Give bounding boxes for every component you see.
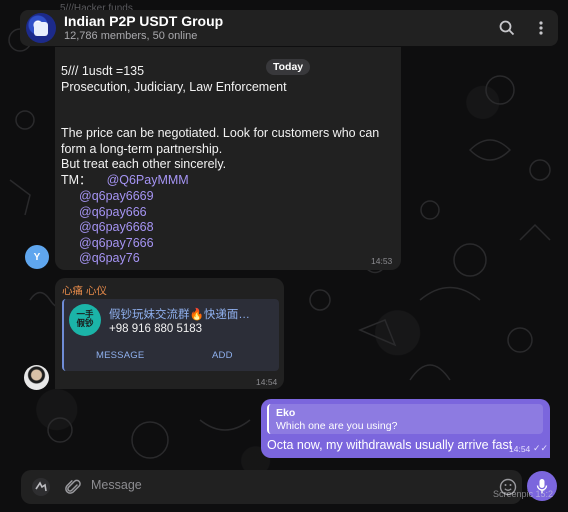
username-link[interactable]: @q6pay7666	[79, 236, 154, 252]
contact-phone: +98 916 880 5183	[109, 323, 203, 335]
contact-name: 假钞玩妹交流群🔥快递面…	[109, 309, 250, 321]
username-link-list: @q6pay6669 @q6pay666 @q6pay6668 @q6pay76…	[79, 189, 154, 267]
message-composer	[21, 470, 522, 504]
header-info[interactable]: Indian P2P USDT Group 12,786 members, 50…	[64, 13, 494, 43]
group-title: Indian P2P USDT Group	[64, 13, 224, 29]
username-link[interactable]: @q6pay666	[79, 205, 154, 221]
outgoing-message-bubble[interactable]: Eko Which one are you using? Octa now, m…	[261, 399, 550, 458]
search-icon[interactable]	[494, 15, 520, 41]
reply-quote[interactable]: Eko Which one are you using?	[267, 404, 543, 434]
chat-header[interactable]: Indian P2P USDT Group 12,786 members, 50…	[20, 10, 558, 46]
group-avatar[interactable]	[26, 13, 56, 43]
tm-row: TM： @Q6PayMMM	[61, 173, 189, 189]
username-link[interactable]: @q6pay6668	[79, 220, 154, 236]
username-link[interactable]: @Q6PayMMM	[107, 173, 189, 187]
reply-sender-name: Eko	[276, 407, 296, 419]
reply-quote-text: Which one are you using?	[276, 420, 398, 432]
message-time: 14:54	[256, 377, 278, 387]
message-time: 14:53	[371, 256, 393, 266]
contact-card[interactable]: 一手 假钞 假钞玩妹交流群🔥快递面… +98 916 880 5183 MESS…	[62, 299, 279, 371]
tm-label: TM：	[61, 173, 92, 187]
contact-avatar[interactable]: 一手 假钞	[69, 304, 101, 336]
message-input[interactable]	[91, 478, 481, 492]
screenshot-watermark: Screenpic 15:2	[493, 489, 554, 499]
sender-avatar[interactable]: Y	[25, 245, 49, 269]
contact-avatar-text: 一手 假钞	[76, 310, 94, 329]
group-member-count: 12,786 members, 50 online	[64, 30, 198, 42]
paperclip-icon[interactable]	[61, 475, 85, 499]
message-time: 14:54	[509, 444, 531, 454]
contact-message-bubble[interactable]: 心痛 心仪 一手 假钞 假钞玩妹交流群🔥快递面… +98 916 880 518…	[55, 278, 284, 389]
message-text: Octa now, my withdrawals usually arrive …	[267, 438, 513, 452]
sender-avatar[interactable]	[24, 365, 49, 390]
sticker-icon[interactable]	[29, 475, 53, 499]
message-text: 5/// 1usdt =135 Prosecution, Judiciary, …	[61, 64, 380, 171]
more-vertical-icon[interactable]	[528, 15, 554, 41]
sender-name[interactable]: 心痛 心仪	[62, 283, 107, 298]
double-check-icon: ✓✓	[533, 443, 549, 453]
date-badge: Today	[266, 59, 311, 75]
message-contact-button[interactable]: MESSAGE	[96, 350, 144, 361]
message-bubble[interactable]: 5/// 1usdt =135 Prosecution, Judiciary, …	[55, 47, 401, 270]
username-link[interactable]: @q6pay6669	[79, 189, 154, 205]
add-contact-button[interactable]: ADD	[212, 350, 233, 361]
username-link[interactable]: @q6pay76	[79, 251, 154, 267]
